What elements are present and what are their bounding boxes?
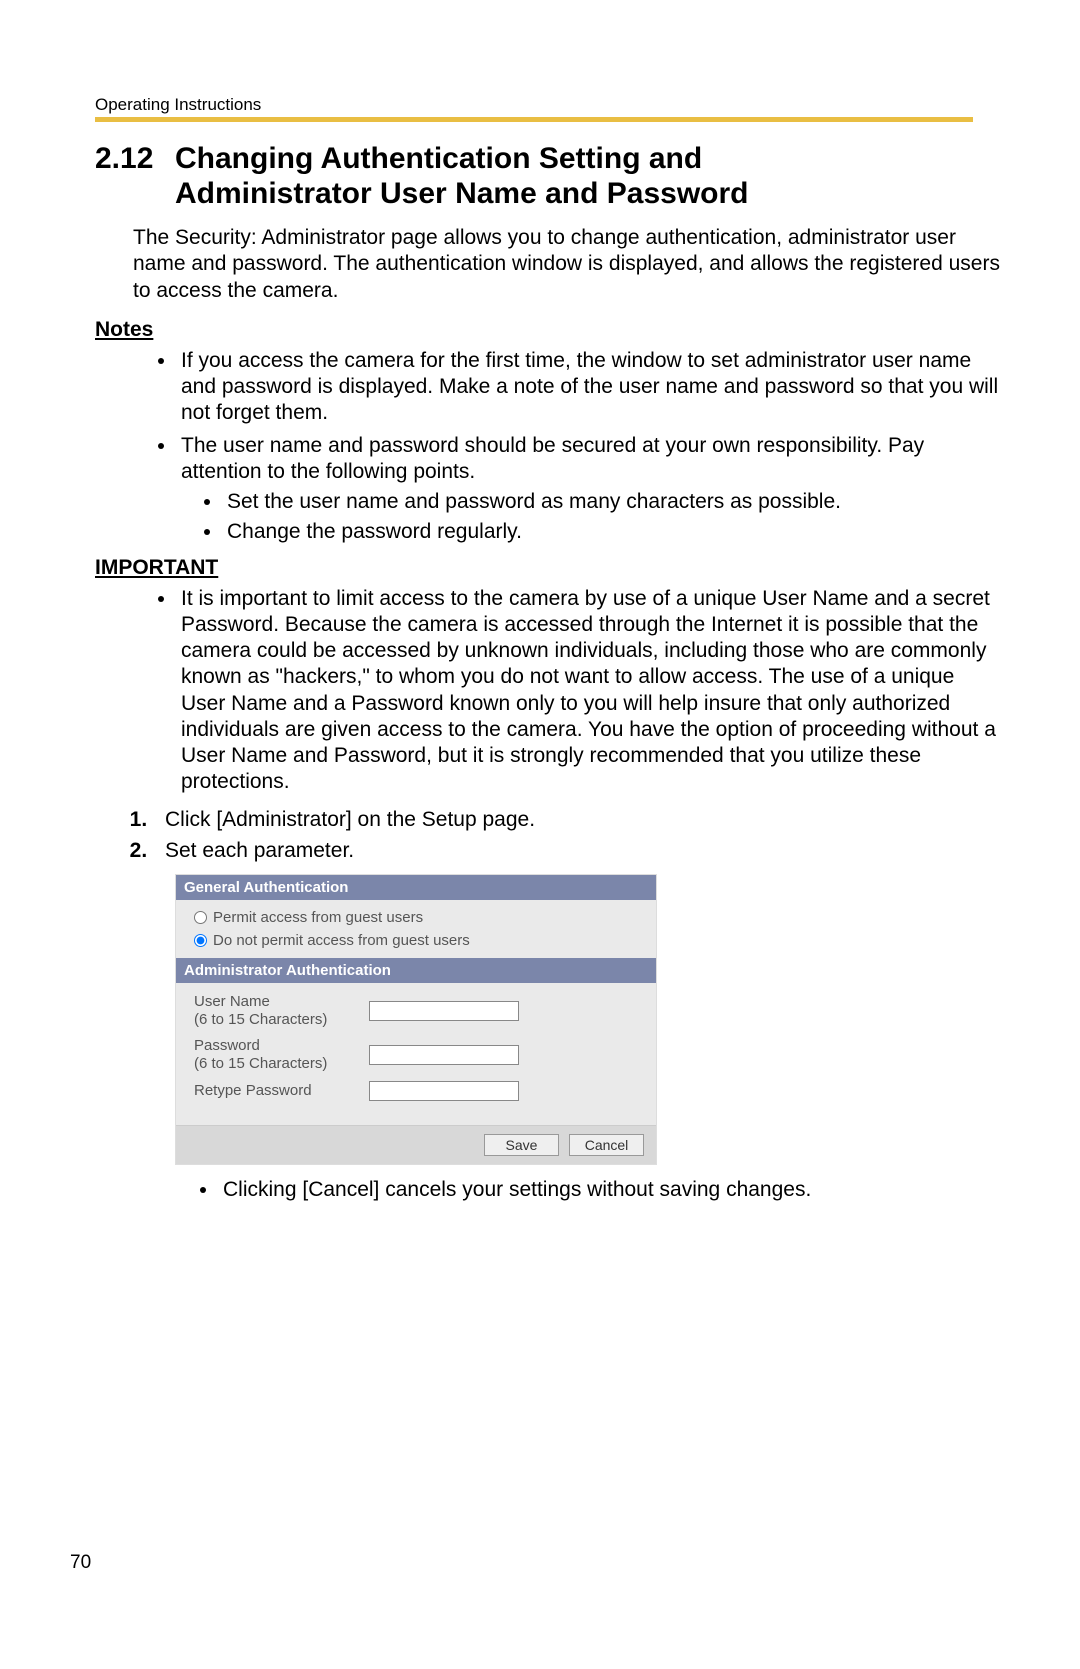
step-item: Set each parameter. [153, 837, 1000, 864]
notes-heading: Notes [95, 318, 1000, 342]
section-title-line1: Changing Authentication Setting and [175, 142, 702, 175]
important-heading: IMPORTANT [95, 556, 1000, 580]
notes-sublist: Set the user name and password as many c… [181, 489, 1000, 546]
retype-password-label: Retype Password [194, 1082, 369, 1100]
username-label: User Name (6 to 15 Characters) [194, 993, 369, 1029]
save-button[interactable]: Save [484, 1134, 559, 1156]
notes-item: The user name and password should be sec… [177, 433, 1000, 546]
cancel-button[interactable]: Cancel [569, 1134, 644, 1156]
step-item: Click [Administrator] on the Setup page. [153, 806, 1000, 833]
retype-password-input[interactable] [369, 1081, 519, 1101]
notes-item: If you access the camera for the first t… [177, 348, 1000, 427]
radio-permit-row[interactable]: Permit access from guest users [194, 906, 646, 929]
notes-list: If you access the camera for the first t… [95, 348, 1000, 546]
notes-item-text: The user name and password should be sec… [181, 434, 924, 483]
radio-permit[interactable] [194, 911, 207, 924]
important-item: It is important to limit access to the c… [177, 586, 1000, 796]
steps-list: Click [Administrator] on the Setup page.… [95, 806, 1000, 865]
running-header: Operating Instructions [95, 95, 1000, 115]
notes-subitem: Set the user name and password as many c… [223, 489, 1000, 515]
password-input[interactable] [369, 1045, 519, 1065]
footnote-list: Clicking [Cancel] cancels your settings … [95, 1177, 1000, 1203]
username-input[interactable] [369, 1001, 519, 1021]
notes-subitem: Change the password regularly. [223, 519, 1000, 545]
page-number: 70 [70, 1552, 91, 1574]
important-list: It is important to limit access to the c… [95, 586, 1000, 796]
footnote-item: Clicking [Cancel] cancels your settings … [219, 1177, 1000, 1203]
intro-paragraph: The Security: Administrator page allows … [133, 225, 1000, 304]
password-label: Password (6 to 15 Characters) [194, 1037, 369, 1073]
section-title: Changing Authentication Setting and Admi… [175, 142, 749, 211]
admin-auth-header: Administrator Authentication [176, 958, 656, 983]
radio-deny[interactable] [194, 934, 207, 947]
section-number: 2.12 [95, 142, 175, 176]
radio-deny-row[interactable]: Do not permit access from guest users [194, 929, 646, 952]
button-bar: Save Cancel [176, 1125, 656, 1164]
section-heading: 2.12 Changing Authentication Setting and… [95, 142, 1000, 211]
settings-panel: General Authentication Permit access fro… [175, 874, 657, 1165]
radio-deny-label: Do not permit access from guest users [213, 932, 470, 949]
radio-permit-label: Permit access from guest users [213, 909, 423, 926]
section-title-line2: Administrator User Name and Password [175, 177, 749, 210]
accent-bar [95, 117, 973, 122]
general-auth-header: General Authentication [176, 875, 656, 900]
